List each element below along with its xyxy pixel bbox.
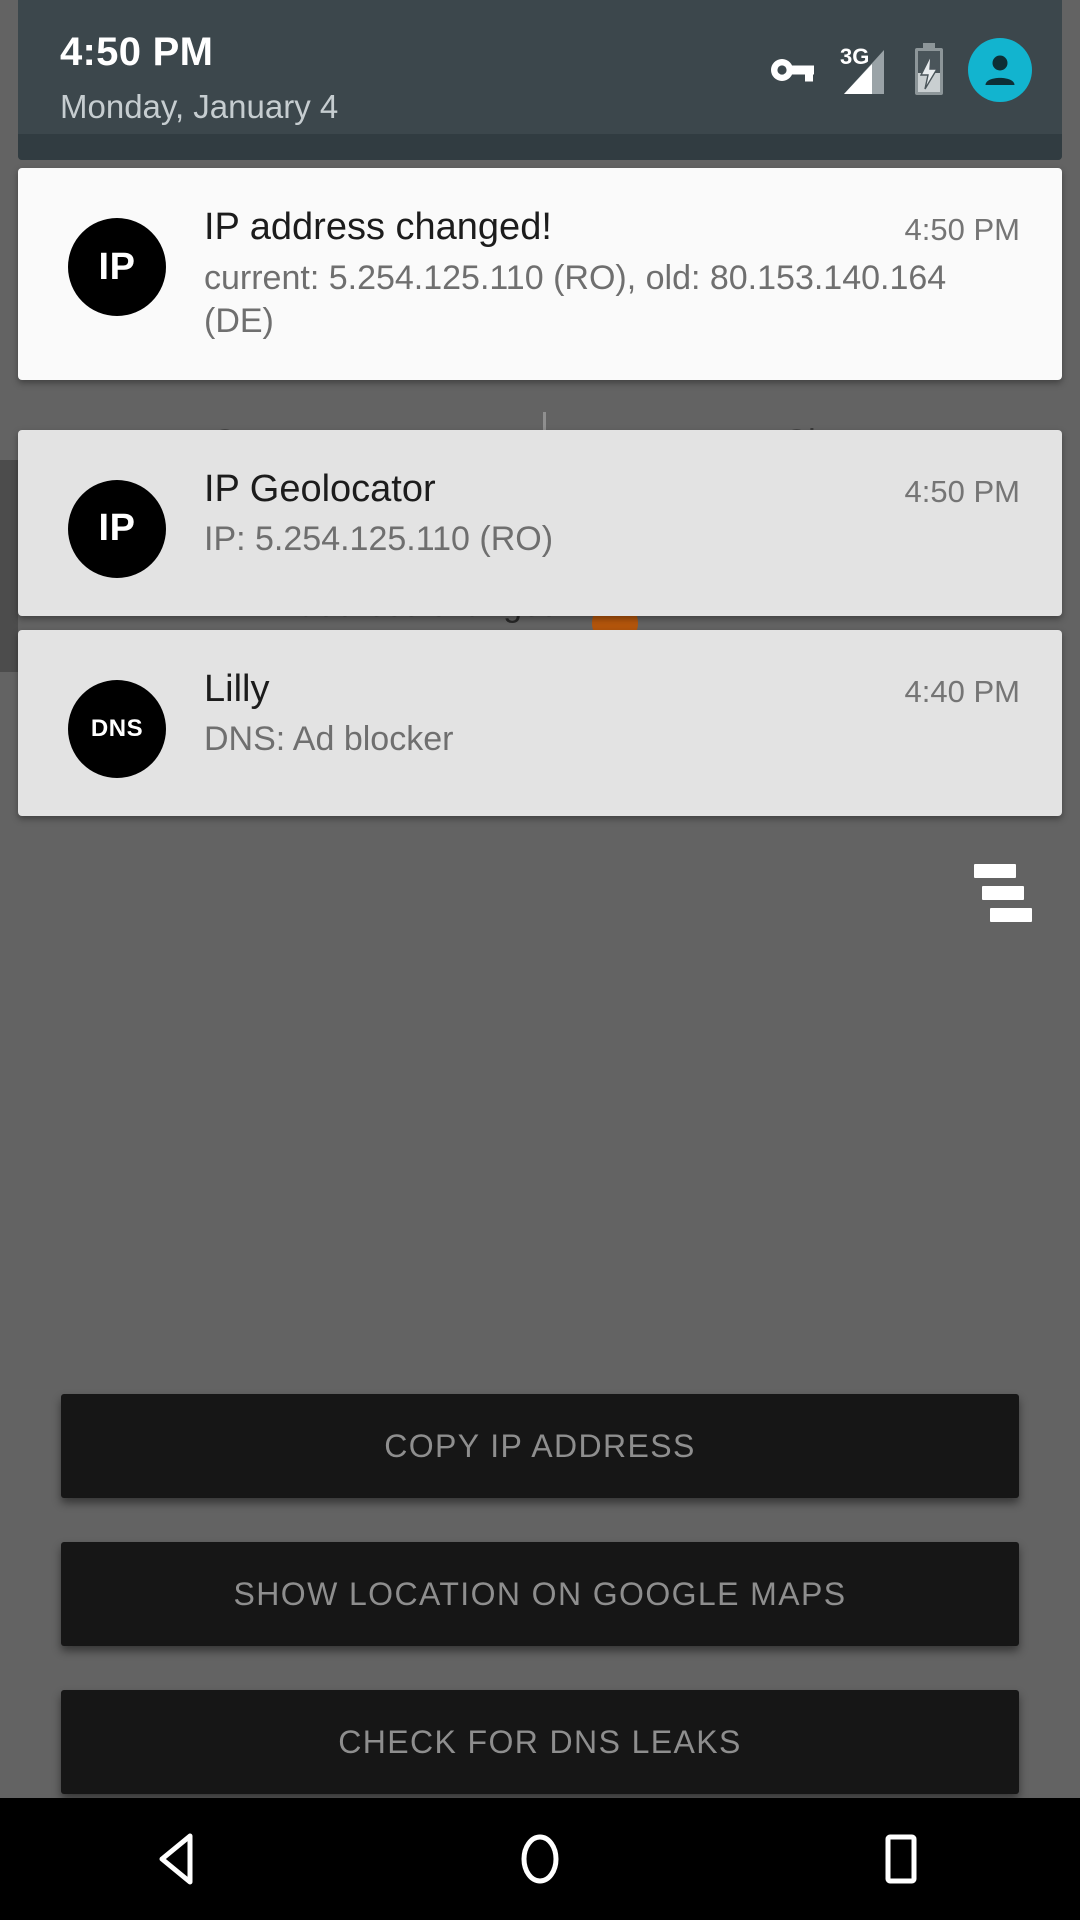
shade-header-handle-strip[interactable]	[18, 134, 1062, 160]
stagger-bars-icon[interactable]	[964, 862, 1032, 924]
action-button-stack: COPY IP ADDRESS SHOW LOCATION ON GOOGLE …	[0, 1394, 1080, 1838]
notification-text: current: 5.254.125.110 (RO), old: 80.153…	[204, 258, 947, 341]
notification-title: Lilly	[204, 667, 270, 710]
battery-charging-icon	[915, 43, 943, 95]
app-badge-ip-icon: IP	[68, 218, 166, 316]
notification-timestamp: 4:50 PM	[904, 212, 1020, 247]
notification-shade-header[interactable]: 4:50 PM Monday, January 4 3G	[18, 0, 1062, 160]
copy-ip-address-button[interactable]: COPY IP ADDRESS	[61, 1394, 1019, 1498]
home-button[interactable]	[455, 1798, 625, 1920]
notification-text: IP: 5.254.125.110 (RO)	[204, 520, 554, 559]
back-button[interactable]	[95, 1798, 265, 1920]
check-for-dns-leaks-button[interactable]: CHECK FOR DNS LEAKS	[61, 1690, 1019, 1794]
status-icon-tray: 3G	[770, 38, 1032, 102]
app-badge-dns-icon: DNS	[68, 679, 166, 778]
notification-list: IP IP address changed! current: 5.254.12…	[18, 168, 1062, 830]
vpn-key-icon	[771, 59, 814, 82]
person-glyph	[985, 55, 1015, 85]
signal-3g-icon: 3G	[840, 44, 884, 94]
notification-timestamp: 4:40 PM	[904, 673, 1020, 709]
recents-button[interactable]	[815, 1798, 985, 1920]
notification-body: IP Geolocator IP: 5.254.125.110 (RO)	[18, 430, 1062, 616]
recents-square-icon	[885, 1834, 917, 1884]
status-clock: 4:50 PM	[60, 30, 214, 74]
notification-lilly-dns[interactable]: DNS Lilly DNS: Ad blocker 4:40 PM	[18, 629, 1062, 816]
notification-body: Lilly DNS: Ad blocker	[18, 630, 1062, 816]
notification-timestamp: 4:50 PM	[904, 473, 1020, 509]
notification-title: IP address changed!	[204, 206, 552, 248]
notification-ip-geolocator[interactable]: IP IP Geolocator IP: 5.254.125.110 (RO) …	[18, 429, 1062, 616]
user-avatar-icon[interactable]	[968, 38, 1032, 102]
notification-ip-address-changed[interactable]: IP IP address changed! current: 5.254.12…	[18, 168, 1062, 380]
app-badge-ip-icon: IP	[68, 479, 166, 578]
notification-body: IP address changed! current: 5.254.125.1…	[18, 168, 1062, 380]
notification-title: IP Geolocator	[204, 467, 436, 510]
show-location-on-google-maps-button[interactable]: SHOW LOCATION ON GOOGLE MAPS	[61, 1542, 1019, 1646]
status-date: Monday, January 4	[60, 88, 339, 125]
navigation-bar	[0, 1798, 1080, 1920]
back-triangle-icon	[159, 1833, 193, 1885]
home-circle-icon	[521, 1834, 559, 1884]
android-screen: Country City IP address changed COPY IP …	[0, 0, 1080, 1920]
notification-text: DNS: Ad blocker	[204, 720, 454, 759]
svg-text:3G: 3G	[840, 44, 869, 69]
